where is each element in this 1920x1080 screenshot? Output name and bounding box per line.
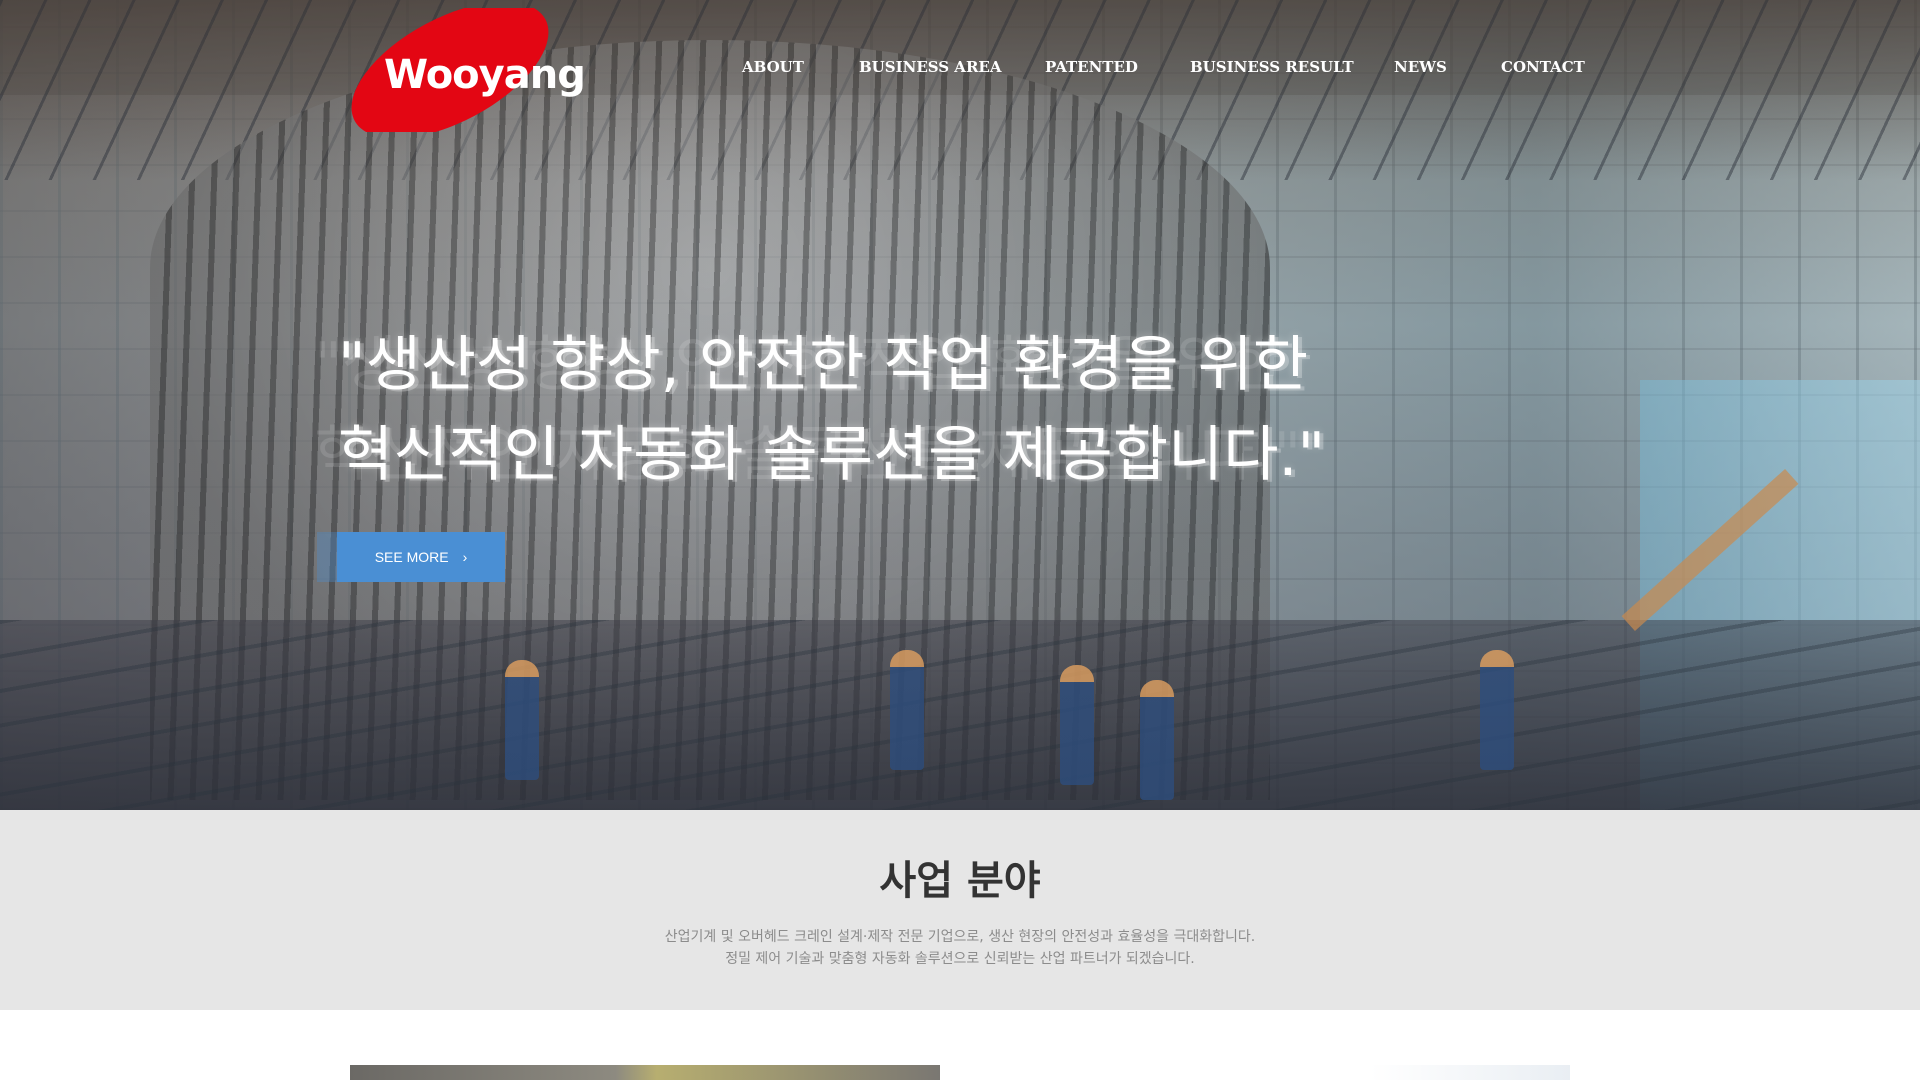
nav-item-news[interactable]: NEWS bbox=[1394, 58, 1447, 76]
worker-figure bbox=[1480, 650, 1514, 770]
business-area-section: 사업 분야 산업기계 및 오버헤드 크레인 설계·제작 전문 기업으로, 생산 … bbox=[0, 810, 1920, 1010]
nav-item-patented[interactable]: PATENTED bbox=[1045, 58, 1138, 76]
factory-floor-image bbox=[0, 620, 1920, 810]
see-more-button[interactable]: SEE MORE › bbox=[337, 532, 505, 582]
header-bar bbox=[0, 0, 1920, 95]
nav-item-business-area[interactable]: BUSINESS AREA bbox=[859, 58, 1002, 76]
nav-item-about[interactable]: ABOUT bbox=[742, 58, 804, 76]
business-card-image[interactable] bbox=[1370, 1065, 1570, 1080]
wooyang-logo[interactable]: Wooyang bbox=[338, 8, 586, 132]
nav-item-contact[interactable]: CONTACT bbox=[1501, 58, 1585, 76]
business-card-image[interactable] bbox=[350, 1065, 940, 1080]
hero-headline-line1: "생산성 향상, 안전한 작업 환경을 위한 bbox=[338, 330, 1309, 400]
worker-figure bbox=[1140, 680, 1174, 800]
hero-headline: "생산성 향상, 안전한 작업 환경을 위한 혁신적인 자동화 솔루션을 제공합… bbox=[338, 320, 1518, 500]
worker-figure bbox=[505, 660, 539, 780]
section-title: 사업 분야 bbox=[879, 858, 1041, 904]
nav-item-business-result[interactable]: BUSINESS RESULT bbox=[1190, 58, 1354, 76]
section-description-line2: 정밀 제어 기술과 맞춤형 자동화 솔루션으로 신뢰받는 산업 파트너가 되겠습… bbox=[725, 951, 1195, 967]
logo-text: Wooyang bbox=[384, 52, 586, 98]
worker-figure bbox=[1060, 665, 1094, 785]
worker-figure bbox=[890, 650, 924, 770]
section-description-line1: 산업기계 및 오버헤드 크레인 설계·제작 전문 기업으로, 생산 현장의 안전… bbox=[664, 929, 1256, 945]
see-more-label: SEE MORE bbox=[374, 549, 449, 565]
hero-headline-line2: 혁신적인 자동화 솔루션을 제공합니다." bbox=[338, 420, 1326, 490]
chevron-right-icon: › bbox=[462, 549, 468, 565]
